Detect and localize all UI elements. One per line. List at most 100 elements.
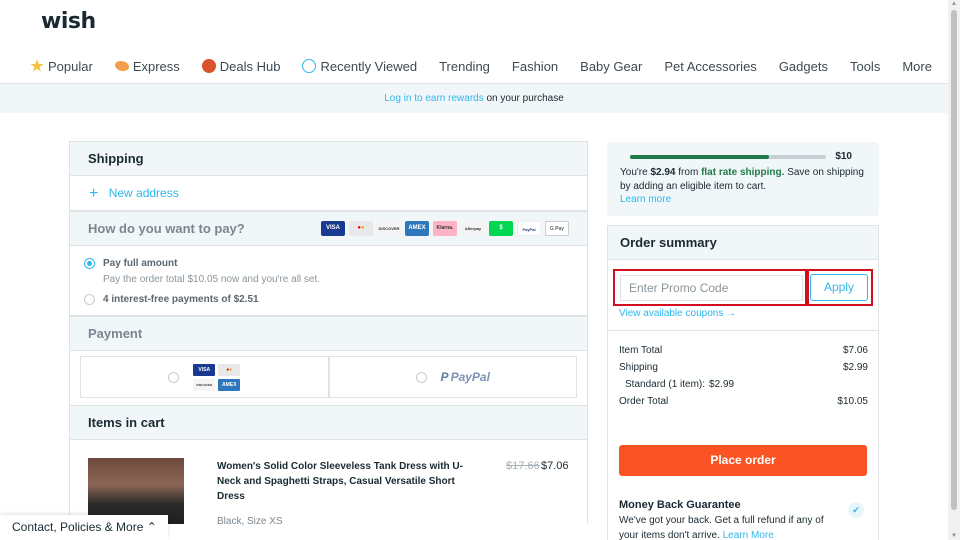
paypal-small-icon: PayPal <box>517 221 541 236</box>
login-rewards-link[interactable]: Log in to earn rewards <box>384 93 484 104</box>
amex-icon: AMEX <box>218 378 241 391</box>
star-icon <box>30 59 44 72</box>
promo-code-input[interactable] <box>620 275 803 301</box>
nav-label: Popular <box>48 58 93 74</box>
pay-full-option[interactable]: Pay full amount <box>84 258 573 269</box>
nav-label: Baby Gear <box>580 58 643 74</box>
nav-item-recently-viewed[interactable]: Recently Viewed <box>302 59 417 74</box>
afterpay-icon: Afterpay <box>461 221 485 236</box>
discover-icon: DISCOVER <box>193 378 216 391</box>
mbg-title: Money Back Guarantee <box>619 499 741 511</box>
order-total-row: Order Total $10.05 <box>619 396 868 413</box>
installments-radio[interactable] <box>84 294 95 305</box>
product-title[interactable]: Women's Solid Color Sleeveless Tank Dres… <box>217 459 467 504</box>
nav-item-express[interactable]: Express <box>114 58 180 74</box>
rewards-bar: Log in to earn rewards on your purchase <box>0 84 948 113</box>
nav-item-pet-accessories[interactable]: Pet Accessories <box>664 59 757 74</box>
product-variant: Black, Size XS <box>217 516 283 527</box>
order-total-value: $10.05 <box>837 396 868 407</box>
wish-logo[interactable]: wish <box>41 9 96 34</box>
payment-plan-options: Pay full amount Pay the order total $10.… <box>69 246 588 316</box>
new-address-label: New address <box>108 186 179 200</box>
clock-icon <box>302 59 317 73</box>
shipping-row: Shipping $2.99 <box>619 362 868 379</box>
standard-shipping-value: $2.99 <box>709 379 735 390</box>
accepted-cards: VISA ●● DISCOVER AMEX Klarna. Afterpay $… <box>317 221 569 236</box>
nav-label: Tools <box>849 58 881 74</box>
flat-rate-shipping-banner: $10 You're $2.94 from flat rate shipping… <box>607 142 879 216</box>
payment-methods: VISA ●● DISCOVER AMEX P PayPal <box>69 351 588 405</box>
view-coupons-link[interactable]: View available coupons → <box>619 308 736 319</box>
nav-item-more[interactable]: More <box>902 59 932 74</box>
scrollbar-thumb[interactable] <box>951 10 957 510</box>
summary-divider <box>608 330 878 331</box>
nav-label: Recently Viewed <box>320 58 418 74</box>
order-total-label: Order Total <box>619 396 669 407</box>
visa-icon: VISA <box>321 221 345 236</box>
mbg-learn-more-link[interactable]: Learn More <box>723 530 774 540</box>
paypal-payment-option[interactable]: P PayPal <box>328 356 577 398</box>
learn-more-link[interactable]: Learn more <box>620 194 671 205</box>
mastercard-icon: ●● <box>218 363 241 376</box>
installments-label: 4 interest-free payments of $2.51 <box>103 294 259 305</box>
order-summary-heading: Order summary <box>608 226 878 260</box>
payment-heading: Payment <box>69 316 588 351</box>
sale-price: $7.06 <box>541 460 569 472</box>
paypal-logo: P PayPal <box>441 370 490 384</box>
pay-full-label: Pay full amount <box>103 258 178 269</box>
item-total-label: Item Total <box>619 345 663 356</box>
checkout-left-column: Shipping + New address How do you want t… <box>69 141 588 527</box>
nav-item-trending[interactable]: Trending <box>439 59 490 74</box>
nav-item-gadgets[interactable]: Gadgets <box>779 59 828 74</box>
shipping-value: $2.99 <box>842 362 868 373</box>
nav-label: More <box>902 58 932 74</box>
scroll-down-icon[interactable]: ▼ <box>951 533 957 539</box>
nav-item-tools[interactable]: Tools <box>850 59 880 74</box>
standard-shipping-row: Standard (1 item): $2.99 <box>619 379 868 396</box>
card-radio[interactable] <box>168 371 180 383</box>
scroll-up-icon[interactable]: ▲ <box>951 1 957 7</box>
item-total-row: Item Total $7.06 <box>619 345 868 362</box>
shipping-progress: $10 <box>620 151 866 162</box>
amex-icon: AMEX <box>405 221 429 236</box>
money-back-guarantee: Money Back Guarantee We've got your back… <box>619 498 844 540</box>
shipping-goal: $10 <box>835 151 852 162</box>
pay-full-radio[interactable] <box>84 258 95 269</box>
order-summary: Order summary Apply View available coupo… <box>607 225 879 540</box>
shipping-label: Shipping <box>619 362 658 373</box>
google-pay-icon: G Pay <box>545 221 569 236</box>
shield-icon: ✔ <box>848 502 864 518</box>
contact-policies-button[interactable]: Contact, Policies & More ⌃ <box>0 515 168 540</box>
nav-label: Pet Accessories <box>664 58 757 74</box>
paypal-icon: P <box>440 370 449 384</box>
nav-label: Fashion <box>511 58 559 74</box>
cash-app-icon: $ <box>489 221 513 236</box>
express-icon <box>114 61 129 71</box>
flat-rate-text: flat rate shipping. <box>701 167 785 178</box>
banner-from: from <box>678 167 699 178</box>
page-scrollbar[interactable]: ▲ ▼ <box>948 0 960 540</box>
nav-item-popular[interactable]: Popular <box>30 59 93 74</box>
new-address-button[interactable]: + New address <box>69 176 588 211</box>
klarna-icon: Klarna. <box>433 221 457 236</box>
card-payment-option[interactable]: VISA ●● DISCOVER AMEX <box>80 356 329 398</box>
items-in-cart-heading: Items in cart <box>69 405 588 440</box>
paypal-radio[interactable] <box>415 371 427 383</box>
nav-item-fashion[interactable]: Fashion <box>512 59 558 74</box>
payment-plan-heading: How do you want to pay? VISA ●● DISCOVER… <box>69 211 588 246</box>
deals-icon <box>201 59 216 73</box>
apply-highlight: Apply <box>805 269 873 306</box>
nav-label: Trending <box>439 58 490 74</box>
original-price: $17.66 <box>506 460 540 472</box>
pay-full-description: Pay the order total $10.05 now and you'r… <box>103 274 321 285</box>
place-order-button[interactable]: Place order <box>619 445 867 476</box>
nav-item-deals-hub[interactable]: Deals Hub <box>201 58 281 74</box>
nav-item-baby-gear[interactable]: Baby Gear <box>580 59 642 74</box>
nav-label: Express <box>132 58 180 74</box>
nav-label: Deals Hub <box>219 58 281 74</box>
discover-icon: DISCOVER <box>377 221 401 236</box>
apply-promo-button[interactable]: Apply <box>810 274 868 301</box>
installments-option[interactable]: 4 interest-free payments of $2.51 <box>84 294 573 305</box>
banner-prefix: You're <box>620 167 648 178</box>
shipping-heading: Shipping <box>69 141 588 176</box>
